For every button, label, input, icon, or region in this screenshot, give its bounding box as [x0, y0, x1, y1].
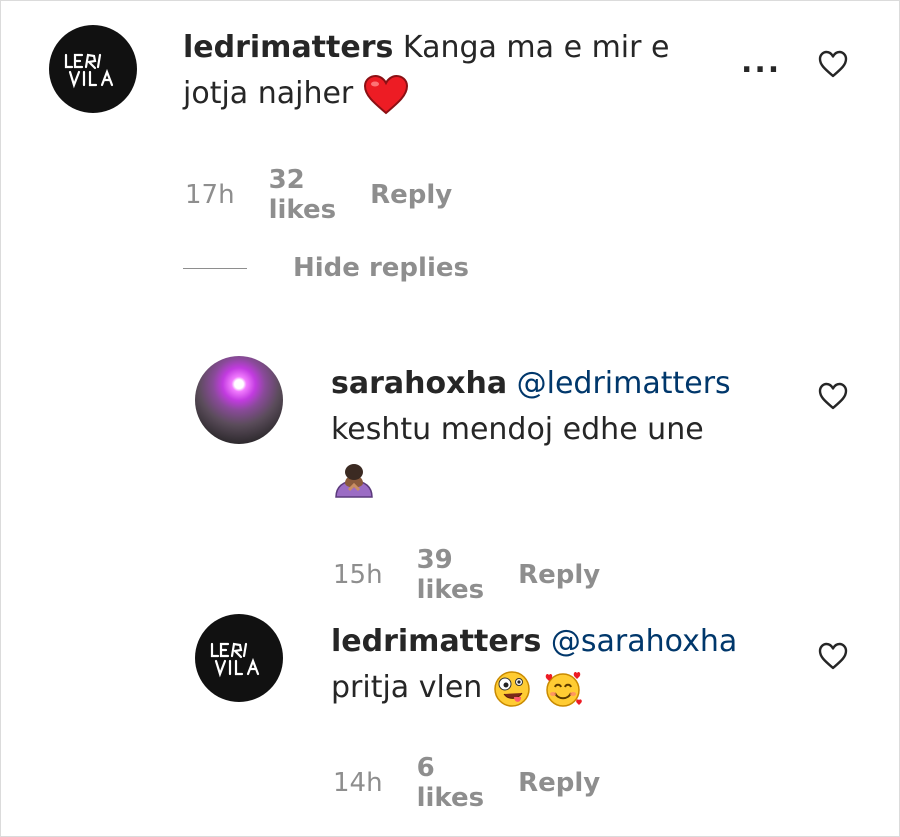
person-bowing-icon: [335, 463, 373, 498]
comments-panel: ledrimatters Kanga ma e mir e jotja najh…: [0, 0, 900, 837]
comment-text: sarahoxha @ledrimatters keshtu mendoj ed…: [331, 361, 811, 501]
comment-text: ledrimatters @sarahoxha pritja vlen: [331, 619, 811, 711]
comment-body: pritja vlen: [331, 670, 483, 705]
comment-body: keshtu mendoj edhe une: [331, 412, 704, 447]
reply-button[interactable]: Reply: [518, 560, 600, 590]
more-options-icon[interactable]: ...: [741, 45, 781, 80]
divider: [183, 267, 247, 269]
comment-body-line2: jotja najher: [183, 76, 354, 111]
red-heart-icon: [363, 74, 408, 114]
username[interactable]: ledrimatters: [183, 30, 393, 65]
likes-count[interactable]: 39 likes: [417, 545, 485, 605]
comment-meta: 14h 6 likes Reply: [333, 753, 600, 813]
avatar[interactable]: [49, 25, 137, 113]
comment-body: Kanga ma e mir e: [402, 30, 670, 65]
heart-outline-icon[interactable]: [817, 641, 849, 671]
avatar[interactable]: [195, 614, 283, 702]
timestamp[interactable]: 17h: [185, 180, 235, 210]
mention-link[interactable]: @sarahoxha: [551, 624, 737, 659]
heart-outline-icon[interactable]: [817, 49, 849, 79]
avatar[interactable]: [195, 356, 283, 444]
hide-replies-label: Hide replies: [293, 253, 469, 283]
username[interactable]: ledrimatters: [331, 624, 541, 659]
smiling-face-with-hearts-icon: [546, 671, 583, 707]
username[interactable]: sarahoxha: [331, 366, 507, 401]
timestamp[interactable]: 15h: [333, 560, 383, 590]
heart-outline-icon[interactable]: [817, 381, 849, 411]
zany-face-icon: [494, 670, 530, 707]
mention-link[interactable]: @ledrimatters: [517, 366, 731, 401]
reply-button[interactable]: Reply: [370, 180, 452, 210]
comment-text: ledrimatters Kanga ma e mir e jotja najh…: [183, 25, 743, 117]
timestamp[interactable]: 14h: [333, 768, 383, 798]
ledri-logo-icon: [64, 53, 114, 89]
comment-meta: 17h 32 likes Reply: [185, 165, 452, 225]
hide-replies-button[interactable]: Hide replies: [183, 253, 469, 283]
comment-meta: 15h 39 likes Reply: [333, 545, 600, 605]
ledri-logo-icon: [210, 642, 260, 678]
likes-count[interactable]: 6 likes: [417, 753, 485, 813]
likes-count[interactable]: 32 likes: [269, 165, 337, 225]
reply-button[interactable]: Reply: [518, 768, 600, 798]
